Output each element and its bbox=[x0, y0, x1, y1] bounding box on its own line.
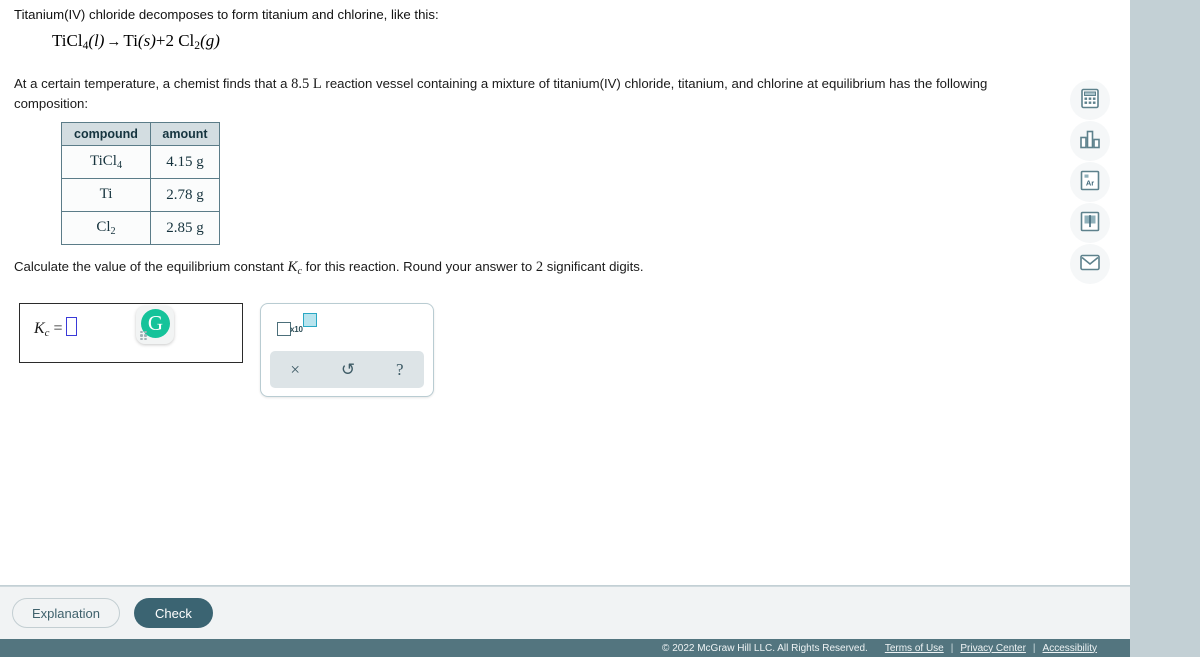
check-button[interactable]: Check bbox=[134, 598, 213, 628]
base-placeholder-square bbox=[277, 322, 291, 336]
privacy-center-link[interactable]: Privacy Center bbox=[960, 643, 1026, 654]
grammarly-badge[interactable]: G bbox=[136, 306, 174, 344]
prompt-part-2: for this reaction. Round your answer to bbox=[305, 259, 533, 274]
tool-rail: Ar bbox=[1070, 80, 1112, 285]
equation-product-1: Ti(s) bbox=[123, 31, 156, 50]
chemical-equation: TiCl4(l) → Ti(s)+2 Cl2(g) bbox=[52, 31, 220, 52]
scientific-notation-icon[interactable]: x10 bbox=[277, 313, 317, 339]
svg-text:Ar: Ar bbox=[1086, 179, 1094, 188]
calculator-tool-button[interactable] bbox=[1070, 80, 1110, 120]
reaction-arrow-icon: → bbox=[106, 34, 122, 50]
exponent-placeholder-square bbox=[303, 313, 317, 327]
periodic-table-tool-button[interactable]: Ar bbox=[1070, 162, 1110, 202]
times-ten-label: x10 bbox=[290, 325, 303, 334]
intro-text: Titanium(IV) chloride decomposes to form… bbox=[14, 7, 439, 22]
accessibility-link[interactable]: Accessibility bbox=[1043, 643, 1097, 654]
drag-handle-icon[interactable] bbox=[140, 331, 147, 340]
composition-table: compound amount TiCl4 4.15 g Ti 2.78 g C… bbox=[61, 122, 220, 245]
footer-separator: | bbox=[1032, 642, 1036, 654]
math-input-panel: x10 × ↺ ? bbox=[260, 303, 434, 397]
terms-of-use-link[interactable]: Terms of Use bbox=[885, 643, 944, 654]
undo-button[interactable]: ↺ bbox=[335, 361, 361, 378]
cell-compound: Ti bbox=[61, 178, 151, 212]
sig-digits-value: 2 bbox=[535, 259, 544, 275]
message-envelope-icon bbox=[1080, 254, 1100, 274]
reference-book-tool-button[interactable] bbox=[1070, 203, 1110, 243]
message-tool-button[interactable] bbox=[1070, 244, 1110, 284]
prompt-part-1: Calculate the value of the equilibrium c… bbox=[14, 259, 284, 274]
cell-amount: 4.15 g bbox=[150, 145, 220, 179]
cell-amount: 2.85 g bbox=[150, 211, 220, 245]
answer-input-box[interactable]: Kc = bbox=[19, 303, 243, 363]
volume-value: 8.5 bbox=[291, 76, 310, 92]
equation-reactant: TiCl4(l) bbox=[52, 31, 105, 53]
answer-expression: Kc = bbox=[34, 317, 77, 339]
answer-label: Kc bbox=[34, 320, 50, 340]
math-tool-row: × ↺ ? bbox=[270, 351, 424, 388]
data-chart-tool-button[interactable] bbox=[1070, 121, 1110, 161]
body-text-part-1: At a certain temperature, a chemist find… bbox=[14, 76, 288, 91]
help-button[interactable]: ? bbox=[390, 361, 410, 378]
answer-value-input[interactable] bbox=[65, 317, 77, 336]
cell-compound: Cl2 bbox=[61, 211, 151, 245]
table-header-amount: amount bbox=[150, 122, 220, 146]
cell-compound: TiCl4 bbox=[61, 145, 151, 179]
table-header-compound: compound bbox=[61, 122, 151, 146]
footer-separator: | bbox=[950, 642, 954, 654]
copyright-text: © 2022 McGraw Hill LLC. All Rights Reser… bbox=[662, 642, 868, 654]
rail-divider bbox=[1055, 0, 1056, 585]
answer-equals-sign: = bbox=[53, 320, 63, 337]
bar-chart-icon bbox=[1080, 130, 1100, 152]
explanation-button[interactable]: Explanation bbox=[12, 598, 120, 628]
clear-button[interactable]: × bbox=[284, 361, 306, 378]
calculator-icon bbox=[1081, 88, 1099, 112]
table-row: Cl2 2.85 g bbox=[61, 211, 220, 245]
table-header-row: compound amount bbox=[61, 122, 220, 146]
question-prompt: Calculate the value of the equilibrium c… bbox=[14, 258, 644, 281]
action-bar: Explanation Check bbox=[0, 586, 1130, 639]
table-row: TiCl4 4.15 g bbox=[61, 145, 220, 179]
cell-amount: 2.78 g bbox=[150, 178, 220, 212]
table-row: Ti 2.78 g bbox=[61, 178, 220, 212]
kc-symbol: Kc bbox=[287, 259, 302, 277]
prompt-part-3: significant digits. bbox=[546, 259, 644, 274]
periodic-table-icon: Ar bbox=[1080, 170, 1100, 194]
reference-book-icon bbox=[1080, 211, 1100, 235]
volume-unit: L bbox=[312, 76, 322, 92]
equation-product-2: 2 Cl2(g) bbox=[165, 31, 220, 53]
footer-bar: © 2022 McGraw Hill LLC. All Rights Reser… bbox=[0, 639, 1130, 657]
question-body-text: At a certain temperature, a chemist find… bbox=[14, 74, 1044, 114]
question-content-card: Titanium(IV) chloride decomposes to form… bbox=[0, 0, 1130, 585]
question-intro: Titanium(IV) chloride decomposes to form… bbox=[14, 6, 1044, 24]
